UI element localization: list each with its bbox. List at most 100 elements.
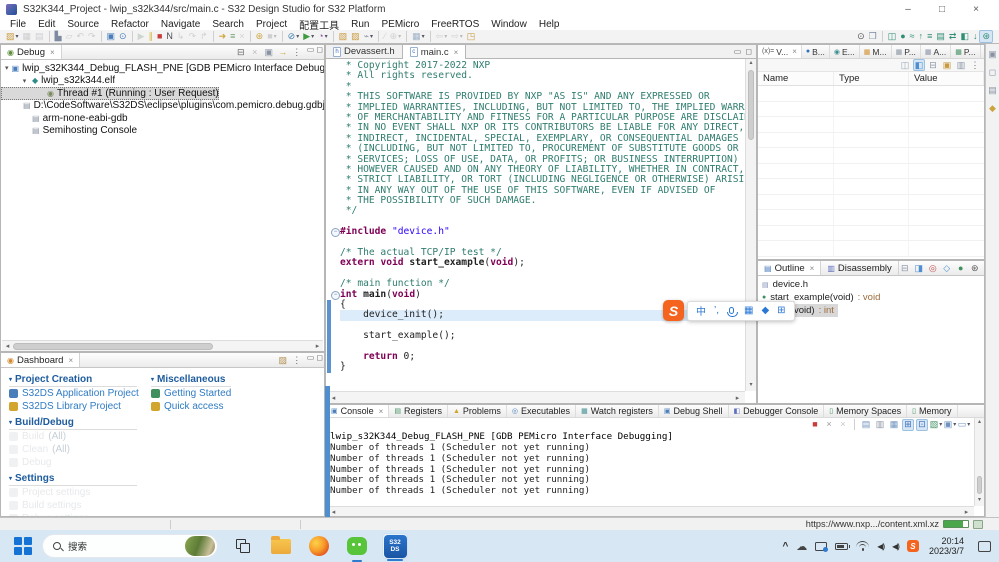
menu-item[interactable]: Edit — [32, 19, 61, 30]
run-icon[interactable]: ▶▾ — [301, 30, 316, 43]
menu-item[interactable]: Search — [206, 19, 250, 30]
close-icon[interactable]: × — [50, 48, 55, 57]
flashlight-icon[interactable]: ⌁▾ — [362, 30, 375, 43]
remove-all-launches-icon[interactable]: × — [837, 419, 849, 431]
column-value[interactable]: Value — [909, 72, 984, 85]
dashboard-link[interactable]: Clean (All) — [9, 443, 137, 456]
instruction-stepping-icon[interactable]: ➜ — [217, 30, 229, 43]
open-console-icon[interactable]: ▣▾ — [944, 419, 956, 431]
terminate-icon[interactable]: ■ — [155, 30, 164, 43]
view-menu-icon[interactable]: ⋮ — [291, 354, 303, 366]
search-highlight-image[interactable] — [185, 536, 215, 556]
collapse-all-icon[interactable]: ⊟ — [927, 59, 939, 71]
view-layout-icon[interactable]: ▣ — [263, 46, 275, 58]
suspend-icon[interactable]: ∥ — [146, 30, 155, 43]
debug-horizontal-scrollbar[interactable]: ◂ ▸ — [2, 340, 323, 351]
dashboard-link[interactable]: Build settings — [9, 499, 137, 512]
debug-thread-node[interactable]: ◉Thread #1 (Running : User Request) — [1, 87, 219, 100]
window-titlebar[interactable]: S32K344_Project - lwip_s32k344/src/main.… — [0, 0, 999, 18]
variables-stack-tab[interactable]: (x)=V...× — [758, 45, 802, 58]
taskbar-search[interactable]: 搜索 — [42, 534, 218, 558]
dashboard-link[interactable]: Debug — [9, 456, 137, 469]
tree-expander-icon[interactable]: ▾ — [20, 77, 29, 85]
restore-view-a-icon[interactable]: ▣ — [987, 48, 999, 60]
link-with-editor-icon[interactable]: ⊛ — [969, 262, 981, 274]
dashboard-link[interactable]: Getting Started — [151, 387, 231, 400]
variables-stack-tab[interactable]: ◉E... — [830, 45, 860, 58]
show-instruction-pointer-icon[interactable]: ≡ — [228, 30, 237, 43]
console-horizontal-scrollbar[interactable]: ◂ ▸ — [326, 506, 974, 516]
debug-target-node[interactable]: ▾◆lwip_s32k344.elf — [1, 75, 115, 88]
build-all-icon[interactable]: ▙ — [53, 30, 64, 43]
console-output[interactable]: Number of threads 1 (Scheduler not yet r… — [326, 442, 984, 497]
show-logical-structure-icon[interactable]: ◧ — [913, 59, 925, 71]
code-line[interactable]: int main(void) — [340, 290, 745, 300]
dashboard-link[interactable]: S32DS Application Project — [9, 387, 137, 400]
menu-item[interactable]: FreeRTOS — [425, 19, 485, 30]
configure-columns-icon[interactable]: ▥ — [955, 59, 967, 71]
onedrive-icon[interactable]: ☁ — [796, 540, 807, 553]
dashboard-section-title[interactable]: ▾Build/Debug — [9, 415, 137, 430]
debug-launch-node[interactable]: ▾▣lwip_s32K344_Debug_FLASH_PNE [GDB PEMi… — [1, 62, 324, 75]
open-resource-icon[interactable]: ▨ — [349, 30, 362, 43]
drop-to-frame-icon[interactable]: → — [277, 46, 289, 58]
variables-stack-tab[interactable]: ▦A... — [921, 45, 951, 58]
ime-toolbox-icon[interactable]: ⊞ — [777, 305, 785, 316]
editor-vertical-scrollbar[interactable]: ▴ ▾ — [745, 59, 756, 391]
editor-vertical-ruler[interactable] — [326, 59, 340, 391]
menu-item[interactable]: PEMicro — [375, 19, 425, 30]
tab-debug[interactable]: ◉ Debug × — [1, 45, 62, 59]
console-tab[interactable]: ◧Debugger Console — [729, 405, 825, 417]
volume-icon[interactable]: ◀) — [877, 542, 884, 551]
scroll-right-icon[interactable]: ▸ — [961, 508, 972, 516]
dashboard-link[interactable]: Quick access — [151, 400, 231, 413]
perspective-debug-icon[interactable]: ⊛ — [979, 30, 993, 43]
sort-icon[interactable]: ◨ — [913, 262, 925, 274]
notification-center-icon[interactable] — [978, 541, 991, 552]
menu-item[interactable]: Run — [345, 19, 375, 30]
scrollbar-thumb[interactable] — [748, 70, 754, 140]
minimize-view-icon[interactable]: ▭ — [306, 353, 316, 367]
view-menu-icon[interactable]: ⋮ — [291, 46, 303, 58]
hide-non-public-icon[interactable]: ● — [955, 262, 967, 274]
debug-semihosting-node[interactable]: ▤Semihosting Console — [1, 125, 137, 138]
hide-static-icon[interactable]: ◇ — [941, 262, 953, 274]
pin-console-icon[interactable]: ⊞ — [902, 419, 914, 431]
code-area[interactable]: * Copyright 2017-2022 NXP * All rights r… — [340, 59, 745, 391]
editor-tab-devassert-h[interactable]: h Devassert.h — [326, 45, 402, 58]
code-line[interactable]: extern void start_example(void); — [340, 258, 745, 268]
new-view-grid-icon[interactable]: ▦▾ — [410, 30, 427, 43]
console-tab[interactable]: ▯Memory Spaces — [824, 405, 907, 417]
minimize-view-icon[interactable]: ▭ — [733, 47, 743, 56]
dashboard-section-title[interactable]: ▾Settings — [9, 471, 137, 486]
system-sounds-icon[interactable]: ◀) — [892, 542, 899, 551]
editor-horizontal-scrollbar[interactable]: ◂ ▸ — [326, 391, 745, 403]
column-type[interactable]: Type — [834, 72, 909, 85]
code-line[interactable]: return 0; — [340, 352, 745, 362]
ime-punctuation-icon[interactable]: ’, — [714, 305, 719, 316]
firefox-button[interactable] — [306, 533, 332, 559]
open-console-icon[interactable]: ▣ — [105, 30, 118, 43]
close-icon[interactable]: × — [454, 48, 459, 57]
restart-icon[interactable]: N — [164, 30, 175, 43]
debug-gdbserver-node[interactable]: ▤D:\CodeSoftware\S32DS\eclipse\plugins\c… — [1, 100, 324, 113]
window-minimize-button[interactable]: – — [891, 4, 925, 15]
task-view-button[interactable] — [230, 533, 256, 559]
menu-item[interactable]: Source — [61, 19, 105, 30]
variables-stack-tab[interactable]: ▦P... — [951, 45, 980, 58]
show-type-names-icon[interactable]: ◫ — [899, 59, 911, 71]
sogou-logo-icon[interactable]: S — [663, 300, 684, 321]
new-watch-icon[interactable]: ▣ — [941, 59, 953, 71]
editor-tab-main-c[interactable]: c main.c × — [402, 45, 467, 59]
perspective-6-icon[interactable]: ▤ — [934, 30, 947, 43]
scroll-up-icon[interactable]: ▴ — [746, 59, 756, 69]
menu-item[interactable]: File — [4, 19, 32, 30]
close-icon[interactable]: × — [792, 47, 797, 56]
tab-dashboard[interactable]: ◉ Dashboard × — [1, 353, 80, 367]
dashboard-link[interactable]: Build (All) — [9, 430, 137, 443]
maximize-view-icon[interactable]: ◻ — [315, 353, 324, 367]
close-icon[interactable]: × — [379, 407, 384, 416]
s32ds-button[interactable]: S32 DS — [382, 533, 408, 559]
ime-voice-icon[interactable] — [729, 307, 734, 314]
ime-skin-icon[interactable]: ◆ — [761, 305, 769, 316]
